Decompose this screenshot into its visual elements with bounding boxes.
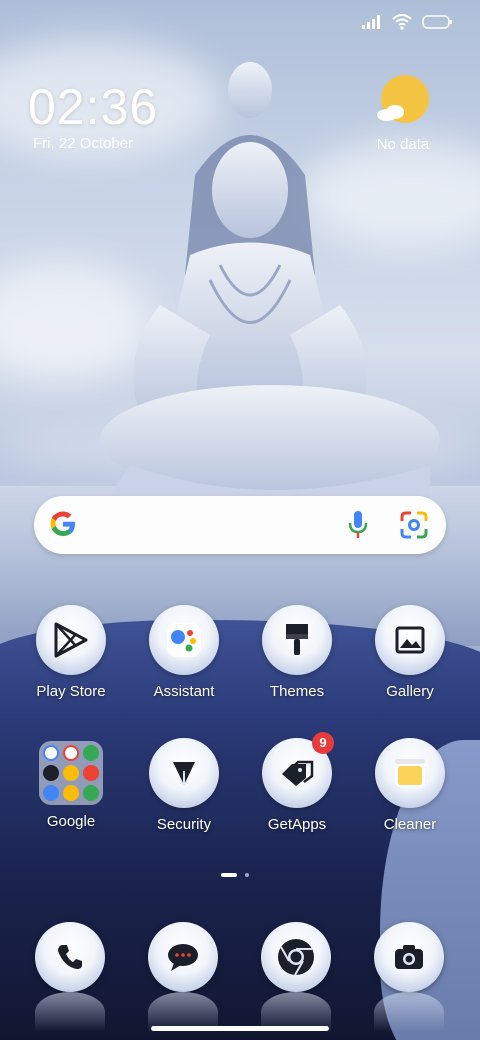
- dock-phone[interactable]: [35, 922, 105, 992]
- app-label: Security: [156, 816, 212, 833]
- dock-camera[interactable]: [374, 922, 444, 992]
- lens-icon[interactable]: [400, 511, 428, 539]
- notification-badge: 9: [312, 732, 334, 754]
- google-search-bar[interactable]: [34, 496, 446, 554]
- status-bar: [362, 14, 452, 30]
- dock-messages[interactable]: [148, 922, 218, 992]
- app-label: Gallery: [386, 683, 434, 700]
- app-getapps[interactable]: 9 GetApps: [247, 732, 347, 833]
- app-themes[interactable]: Themes: [247, 605, 347, 700]
- brush-icon: [286, 624, 308, 655]
- dock-reflection: [374, 992, 444, 1032]
- weather-text: No data: [376, 136, 430, 153]
- google-logo-icon: [50, 511, 75, 536]
- assistant-icon: [167, 623, 201, 657]
- weather-widget[interactable]: No data: [358, 75, 448, 153]
- page-dot-active: [221, 873, 237, 877]
- signal-icon: [362, 15, 380, 29]
- page-dot: [245, 873, 249, 877]
- partly-sunny-icon: [377, 75, 429, 123]
- app-label: GetApps: [267, 816, 327, 833]
- page-indicator[interactable]: [221, 873, 249, 877]
- messages-icon: [168, 944, 198, 971]
- dock-reflection: [35, 992, 105, 1032]
- getapps-icon: [282, 760, 314, 786]
- play-store-icon: [54, 622, 88, 658]
- app-google-folder[interactable]: Google: [21, 738, 121, 830]
- app-label: Play Store: [36, 683, 106, 700]
- wifi-icon: [392, 14, 412, 30]
- chrome-icon: [278, 939, 314, 976]
- app-cleaner[interactable]: Cleaner: [360, 738, 460, 833]
- folder-icon: [39, 741, 103, 805]
- camera-icon: [395, 945, 423, 969]
- battery-icon: [422, 15, 452, 29]
- app-label: Google: [46, 813, 96, 830]
- gallery-icon: [395, 626, 425, 654]
- app-assistant[interactable]: Assistant: [134, 605, 234, 700]
- clock-date[interactable]: Fri, 22 October: [33, 135, 133, 152]
- app-gallery[interactable]: Gallery: [360, 605, 460, 700]
- mic-icon[interactable]: [348, 510, 368, 540]
- app-security[interactable]: Security: [134, 738, 234, 833]
- home-gesture-bar[interactable]: [151, 1026, 329, 1031]
- app-label: Assistant: [153, 683, 215, 700]
- security-icon: [173, 762, 195, 785]
- dock-chrome[interactable]: [261, 922, 331, 992]
- clock-time[interactable]: 02:36: [28, 78, 158, 136]
- cleaner-icon: [395, 759, 425, 787]
- app-label: Themes: [269, 683, 325, 700]
- app-play-store[interactable]: Play Store: [21, 605, 121, 700]
- phone-icon: [58, 945, 82, 969]
- app-label: Cleaner: [383, 816, 437, 833]
